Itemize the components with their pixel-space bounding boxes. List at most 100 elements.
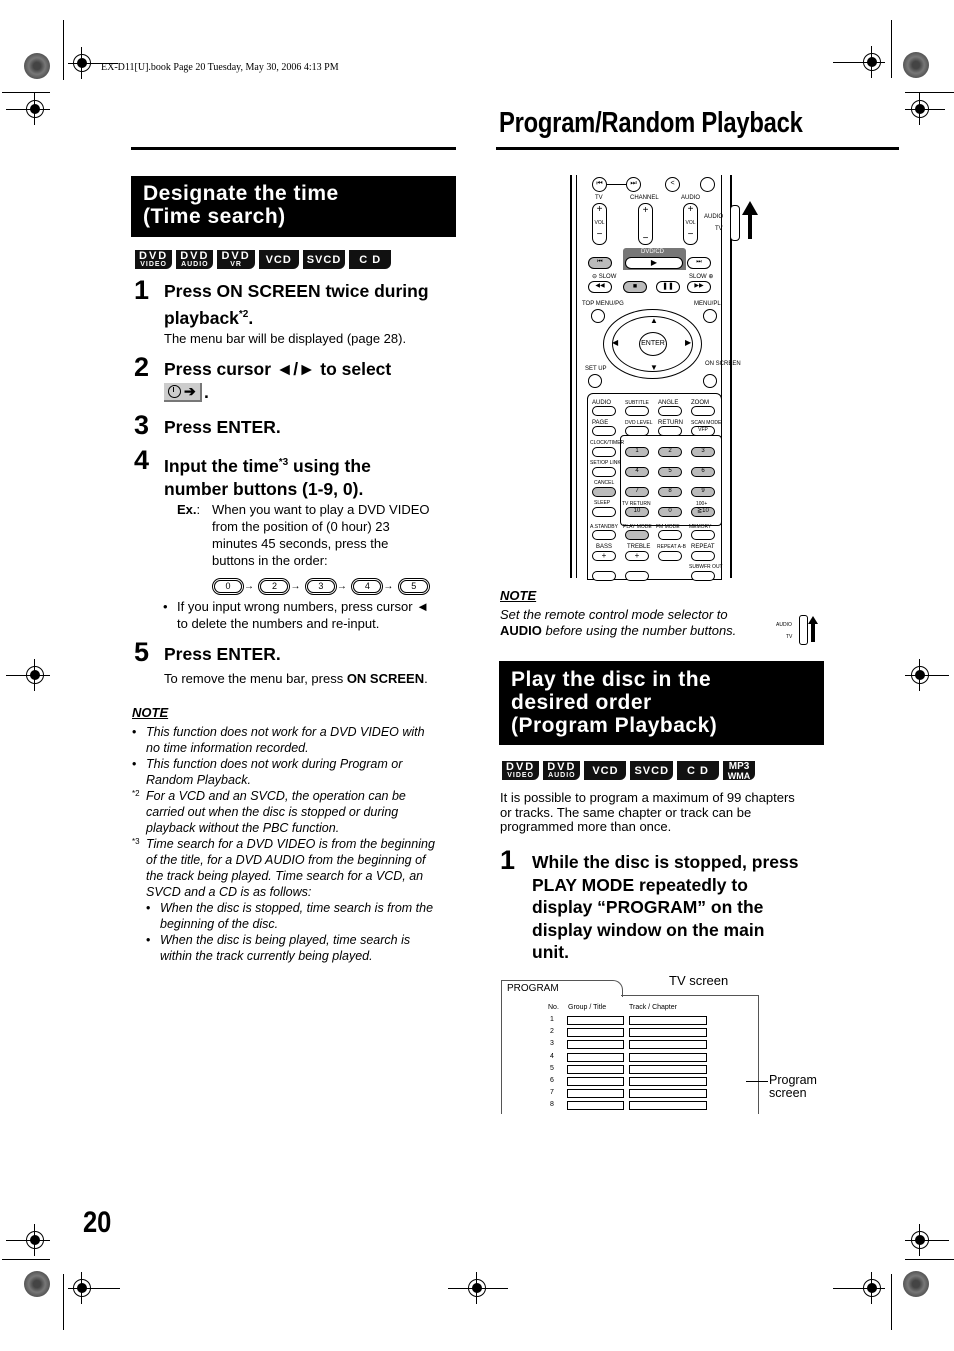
slow-rewind-button: ◀◀	[588, 281, 612, 293]
up-arrow-icon: ▲	[650, 316, 658, 325]
note-bullet: This function does not work during Progr…	[132, 756, 462, 788]
channel-rocker: + −	[638, 203, 653, 245]
program-row-number: 1	[550, 1016, 554, 1023]
right-note-title: NOTE	[500, 588, 537, 603]
step-1-detail: The menu bar will be displayed (page 28)…	[164, 331, 407, 346]
step-5-detail: To remove the menu bar, press ON SCREEN.	[164, 671, 428, 686]
up-arrow-shaft	[748, 215, 752, 239]
program-group-title-cell	[567, 1077, 624, 1086]
section-title-line: desired order	[511, 691, 652, 714]
tv-volume-rocker: + VOL −	[592, 203, 607, 245]
enter-button: ENTER	[639, 332, 667, 356]
audio-volume-rocker: + VOL −	[683, 203, 698, 245]
program-group-title-cell	[567, 1016, 624, 1025]
remote-button-dvd-level	[625, 426, 649, 436]
crop-mark	[905, 675, 949, 676]
registration-dot-bottom-right	[903, 1271, 929, 1297]
remote-button-return	[658, 426, 682, 436]
badge-svcd: SVCD	[302, 250, 346, 269]
tv-label: TV	[595, 195, 603, 201]
remote-side-button	[592, 487, 616, 497]
footnote-sub-bullet: When the disc is being played, time sear…	[146, 932, 462, 964]
number-button-4: 4	[353, 580, 382, 593]
next-chapter-button: ⏭	[687, 257, 711, 269]
back-button: <	[665, 177, 680, 192]
program-row-number: 4	[550, 1052, 554, 1060]
note-title: NOTE	[132, 705, 169, 720]
remote-side-label: SLEEP	[594, 500, 611, 506]
step-number: 1	[500, 845, 516, 875]
note-bullet: This function does not work for a DVD VI…	[132, 724, 462, 756]
remote-button-memory	[691, 530, 715, 540]
remote-button-play-mode	[625, 530, 649, 540]
top-menu-label: TOP MENU/PG	[582, 301, 624, 307]
number-button-8: 8	[658, 487, 682, 497]
program-track-chapter-cell	[629, 1064, 707, 1074]
step-4-instruction: Input the time*3 using the number button…	[164, 455, 371, 499]
audio-label: AUDIO	[681, 195, 701, 201]
program-track-chapter-cell	[629, 1077, 707, 1086]
number-button-10: 10	[625, 507, 649, 517]
number-button-0: 0	[658, 507, 682, 517]
channel-label: CHANNEL	[630, 195, 659, 201]
page-number: 20	[83, 1206, 112, 1239]
example-label: Ex.:	[177, 502, 201, 517]
crop-mark	[63, 1274, 64, 1330]
program-track-chapter-cell	[629, 1089, 707, 1099]
setup-button	[588, 374, 602, 388]
remote-side-button	[592, 467, 616, 477]
program-screen-label: Program screen	[769, 1073, 817, 1100]
crop-mark	[6, 109, 50, 110]
step-3-instruction: Press ENTER.	[164, 417, 281, 437]
step-number: 5	[134, 637, 150, 667]
crop-mark	[891, 1274, 892, 1330]
number-button-1: 1	[625, 447, 649, 457]
note-body: This function does not work for a DVD VI…	[132, 724, 462, 964]
program-track-chapter-cell	[629, 1016, 707, 1025]
program-screen-callout-line	[746, 1081, 768, 1082]
footnote-3: *3 Time search for a DVD VIDEO is from th…	[132, 836, 462, 964]
mode-selector-icon: AUDIO TV	[776, 612, 824, 646]
crop-mark	[905, 92, 954, 93]
section-title-line2: (Time search)	[143, 205, 286, 228]
pause-button: ❚❚	[656, 281, 680, 293]
program-row-number: 3	[550, 1040, 554, 1048]
crop-mark	[905, 1240, 949, 1241]
right-arrow-icon: ▶	[685, 338, 692, 347]
selector-audio-label: AUDIO	[704, 214, 724, 220]
disc-type-badges-right: DVD VIDEO DVD AUDIO VCD SVCD C D MP3 WMA	[502, 761, 756, 780]
slow-plus-label: SLOW ⊕	[689, 274, 714, 280]
bass-minus-button	[592, 571, 616, 581]
selector-tv-label: TV	[715, 226, 723, 232]
footnote-2: *2 For a VCD and an SVCD, the operation c…	[132, 789, 406, 835]
menu-pl-label: MENU/PL	[694, 301, 721, 307]
crop-mark	[6, 675, 50, 676]
left-arrow-icon: ◀	[612, 338, 619, 347]
right-note-body: Set the remote control mode selector to …	[500, 607, 737, 638]
repeat-ab-label: REPEAT A-B	[657, 544, 686, 550]
step-number: 1	[134, 275, 150, 305]
step-5-instruction: Press ENTER.	[164, 644, 281, 664]
remote-control-illustration: ⏮ ⏭ < TV CHANNEL AUDIO + VOL − + − + VOL − AU…	[570, 175, 758, 581]
bass-label: BASS	[596, 544, 613, 550]
down-arrow-icon: ▼	[650, 363, 658, 372]
program-track-chapter-cell	[629, 1052, 707, 1062]
number-button-3: 3	[306, 580, 335, 593]
repeat-ab-button	[658, 551, 682, 561]
number-button-≧10: ≧10	[691, 507, 715, 517]
menu-pl-button	[703, 309, 717, 323]
blank-button	[700, 177, 715, 192]
crop-mark	[891, 20, 892, 78]
number-button-5: 5	[399, 580, 428, 593]
registration-dot-top-left	[24, 53, 50, 79]
number-button-4: 4	[625, 467, 649, 477]
prev-skip-button: ⏮	[592, 177, 607, 192]
number-button-7: 7	[625, 487, 649, 497]
crop-mark	[6, 1240, 50, 1241]
left-title-rule	[131, 147, 456, 150]
example-text: When you want to play a DVD VIDEO from t…	[212, 502, 430, 568]
disc-type-badges-left: DVD VIDEO DVD AUDIO DVD VR VCD SVCD C D	[135, 250, 392, 269]
number-button-0: 0	[214, 580, 242, 593]
treble-plus-button: +	[625, 551, 649, 561]
program-track-chapter-cell	[629, 1101, 707, 1111]
